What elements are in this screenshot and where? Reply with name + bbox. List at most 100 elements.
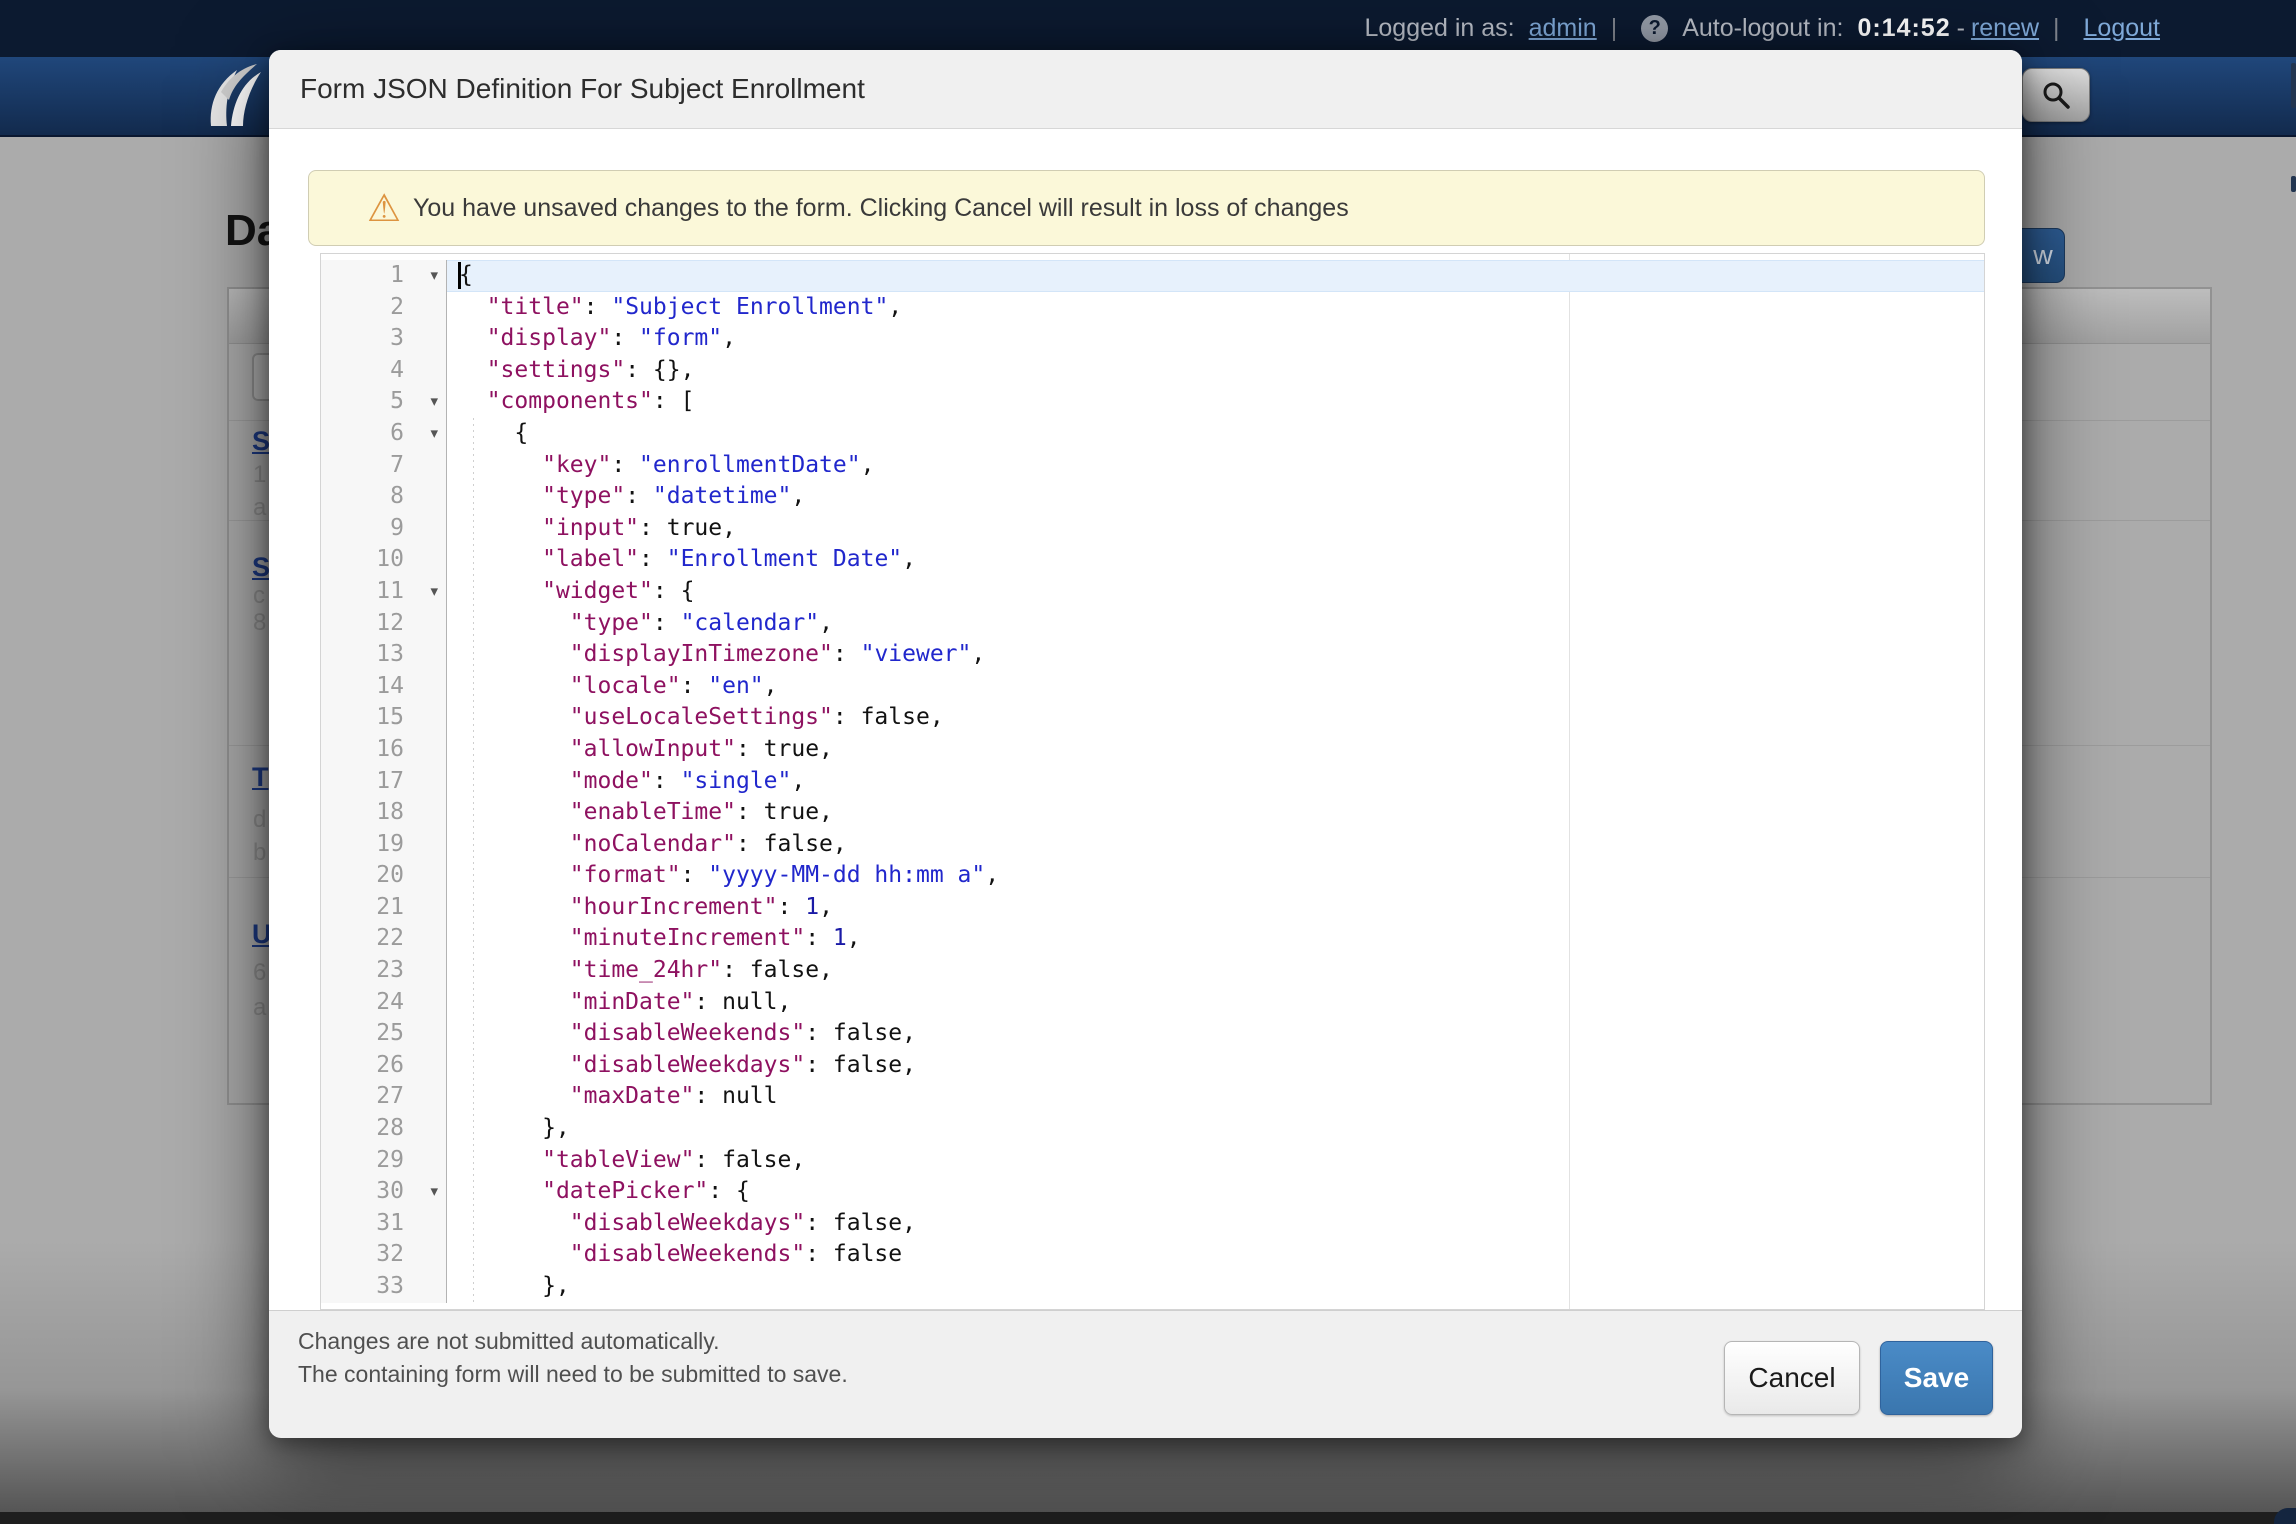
code-line[interactable]: 29 "tableView": false, [321,1145,1984,1177]
line-number: 25 [321,1018,447,1050]
code-text: "hourIncrement": 1, [447,892,1984,924]
code-text: "displayInTimezone": "viewer", [447,639,1984,671]
code-line[interactable]: 28 }, [321,1113,1984,1145]
line-number: 13 [321,639,447,671]
code-line[interactable]: 30▾ "datePicker": { [321,1176,1984,1208]
renew-link[interactable]: renew [1971,14,2039,43]
code-text: "title": "Subject Enrollment", [447,292,1984,324]
fold-arrow-icon[interactable]: ▾ [430,386,438,418]
logout-link[interactable]: Logout [2084,14,2160,43]
code-text: "display": "form", [447,323,1984,355]
help-icon[interactable]: ? [1641,15,1668,42]
code-line[interactable]: 9 "input": true, [321,513,1984,545]
line-number: 9 [321,513,447,545]
line-number: 4 [321,355,447,387]
code-line[interactable]: 2 "title": "Subject Enrollment", [321,292,1984,324]
footer-note-line2: The containing form will need to be subm… [298,1358,848,1391]
screen: Logged in as: admin | ? Auto-logout in: … [0,0,2296,1524]
code-line[interactable]: 33 }, [321,1271,1984,1303]
scrollbar-thumb[interactable] [2291,63,2296,108]
code-text: "disableWeekdays": false, [447,1208,1984,1240]
warning-triangle-icon: ⚠ [367,185,401,231]
line-number: 16 [321,734,447,766]
app-logo-icon [203,62,265,135]
code-line[interactable]: 7 "key": "enrollmentDate", [321,450,1984,482]
autologout-label: Auto-logout in: [1682,14,1843,43]
code-line[interactable]: 6▾ { [321,418,1984,450]
line-number: 15 [321,702,447,734]
code-line[interactable]: 1▾{ [321,260,1984,292]
record-link: S [252,426,270,457]
code-line[interactable]: 13 "displayInTimezone": "viewer", [321,639,1984,671]
fold-arrow-icon[interactable]: ▾ [430,418,438,450]
code-line[interactable]: 31 "disableWeekdays": false, [321,1208,1984,1240]
line-number: 21 [321,892,447,924]
code-text: "format": "yyyy-MM-dd hh:mm a", [447,860,1984,892]
record-link: T [252,762,269,793]
fold-arrow-icon[interactable]: ▾ [430,576,438,608]
code-text: "disableWeekends": false, [447,1018,1984,1050]
line-number: 27 [321,1081,447,1113]
code-text: }, [447,1271,1984,1303]
autologout-timer: 0:14:52 [1857,14,1950,43]
fold-arrow-icon[interactable]: ▾ [430,1176,438,1208]
code-line[interactable]: 23 "time_24hr": false, [321,955,1984,987]
code-text: "disableWeekends": false [447,1239,1984,1271]
code-line[interactable]: 32 "disableWeekends": false [321,1239,1984,1271]
code-line[interactable]: 3 "display": "form", [321,323,1984,355]
modal-footer: Changes are not submitted automatically.… [269,1310,2022,1438]
page-bottom-edge [0,1512,2296,1524]
code-line[interactable]: 24 "minDate": null, [321,987,1984,1019]
line-number: 18 [321,797,447,829]
line-number: 2 [321,292,447,324]
code-text: }, [447,1113,1984,1145]
code-line[interactable]: 14 "locale": "en", [321,671,1984,703]
code-text: "locale": "en", [447,671,1984,703]
code-line[interactable]: 25 "disableWeekends": false, [321,1018,1984,1050]
separator: | [2053,14,2060,43]
code-line[interactable]: 26 "disableWeekdays": false, [321,1050,1984,1082]
separator: | [1611,14,1618,43]
code-text: "key": "enrollmentDate", [447,450,1984,482]
code-line[interactable]: 21 "hourIncrement": 1, [321,892,1984,924]
cancel-button[interactable]: Cancel [1724,1341,1860,1415]
top-utility-bar: Logged in as: admin | ? Auto-logout in: … [0,0,2296,57]
line-number: 8 [321,481,447,513]
code-line[interactable]: 17 "mode": "single", [321,766,1984,798]
fold-arrow-icon[interactable]: ▾ [430,260,438,292]
code-text: "allowInput": true, [447,734,1984,766]
code-line[interactable]: 16 "allowInput": true, [321,734,1984,766]
code-line[interactable]: 12 "type": "calendar", [321,608,1984,640]
line-number: 23 [321,955,447,987]
line-number: 7 [321,450,447,482]
username-link[interactable]: admin [1529,14,1597,43]
code-text: "minDate": null, [447,987,1984,1019]
code-line[interactable]: 8 "type": "datetime", [321,481,1984,513]
code-text: "minuteIncrement": 1, [447,923,1984,955]
code-editor[interactable]: 1▾{2 "title": "Subject Enrollment",3 "di… [320,253,1985,1310]
code-text: "type": "datetime", [447,481,1984,513]
line-number: 31 [321,1208,447,1240]
code-line[interactable]: 18 "enableTime": true, [321,797,1984,829]
save-button[interactable]: Save [1880,1341,1993,1415]
form-json-modal: Form JSON Definition For Subject Enrollm… [269,50,2022,1437]
code-line[interactable]: 15 "useLocaleSettings": false, [321,702,1984,734]
record-link: S [252,552,270,583]
navbar-search-button[interactable] [2022,68,2090,122]
code-line[interactable]: 20 "format": "yyyy-MM-dd hh:mm a", [321,860,1984,892]
code-line[interactable]: 22 "minuteIncrement": 1, [321,923,1984,955]
code-line[interactable]: 5▾ "components": [ [321,386,1984,418]
code-line[interactable]: 27 "maxDate": null [321,1081,1984,1113]
unsaved-changes-warning: ⚠ You have unsaved changes to the form. … [308,170,1985,246]
line-number: 12 [321,608,447,640]
record-meta: 6 [253,959,266,987]
code-text: "useLocaleSettings": false, [447,702,1984,734]
code-line[interactable]: 4 "settings": {}, [321,355,1984,387]
warning-message: You have unsaved changes to the form. Cl… [413,171,1349,245]
dash: - [1957,14,1965,43]
code-line[interactable]: 19 "noCalendar": false, [321,829,1984,861]
code-line[interactable]: 11▾ "widget": { [321,576,1984,608]
footer-note-line1: Changes are not submitted automatically. [298,1325,848,1358]
code-line[interactable]: 10 "label": "Enrollment Date", [321,544,1984,576]
line-number: 5▾ [321,386,447,418]
